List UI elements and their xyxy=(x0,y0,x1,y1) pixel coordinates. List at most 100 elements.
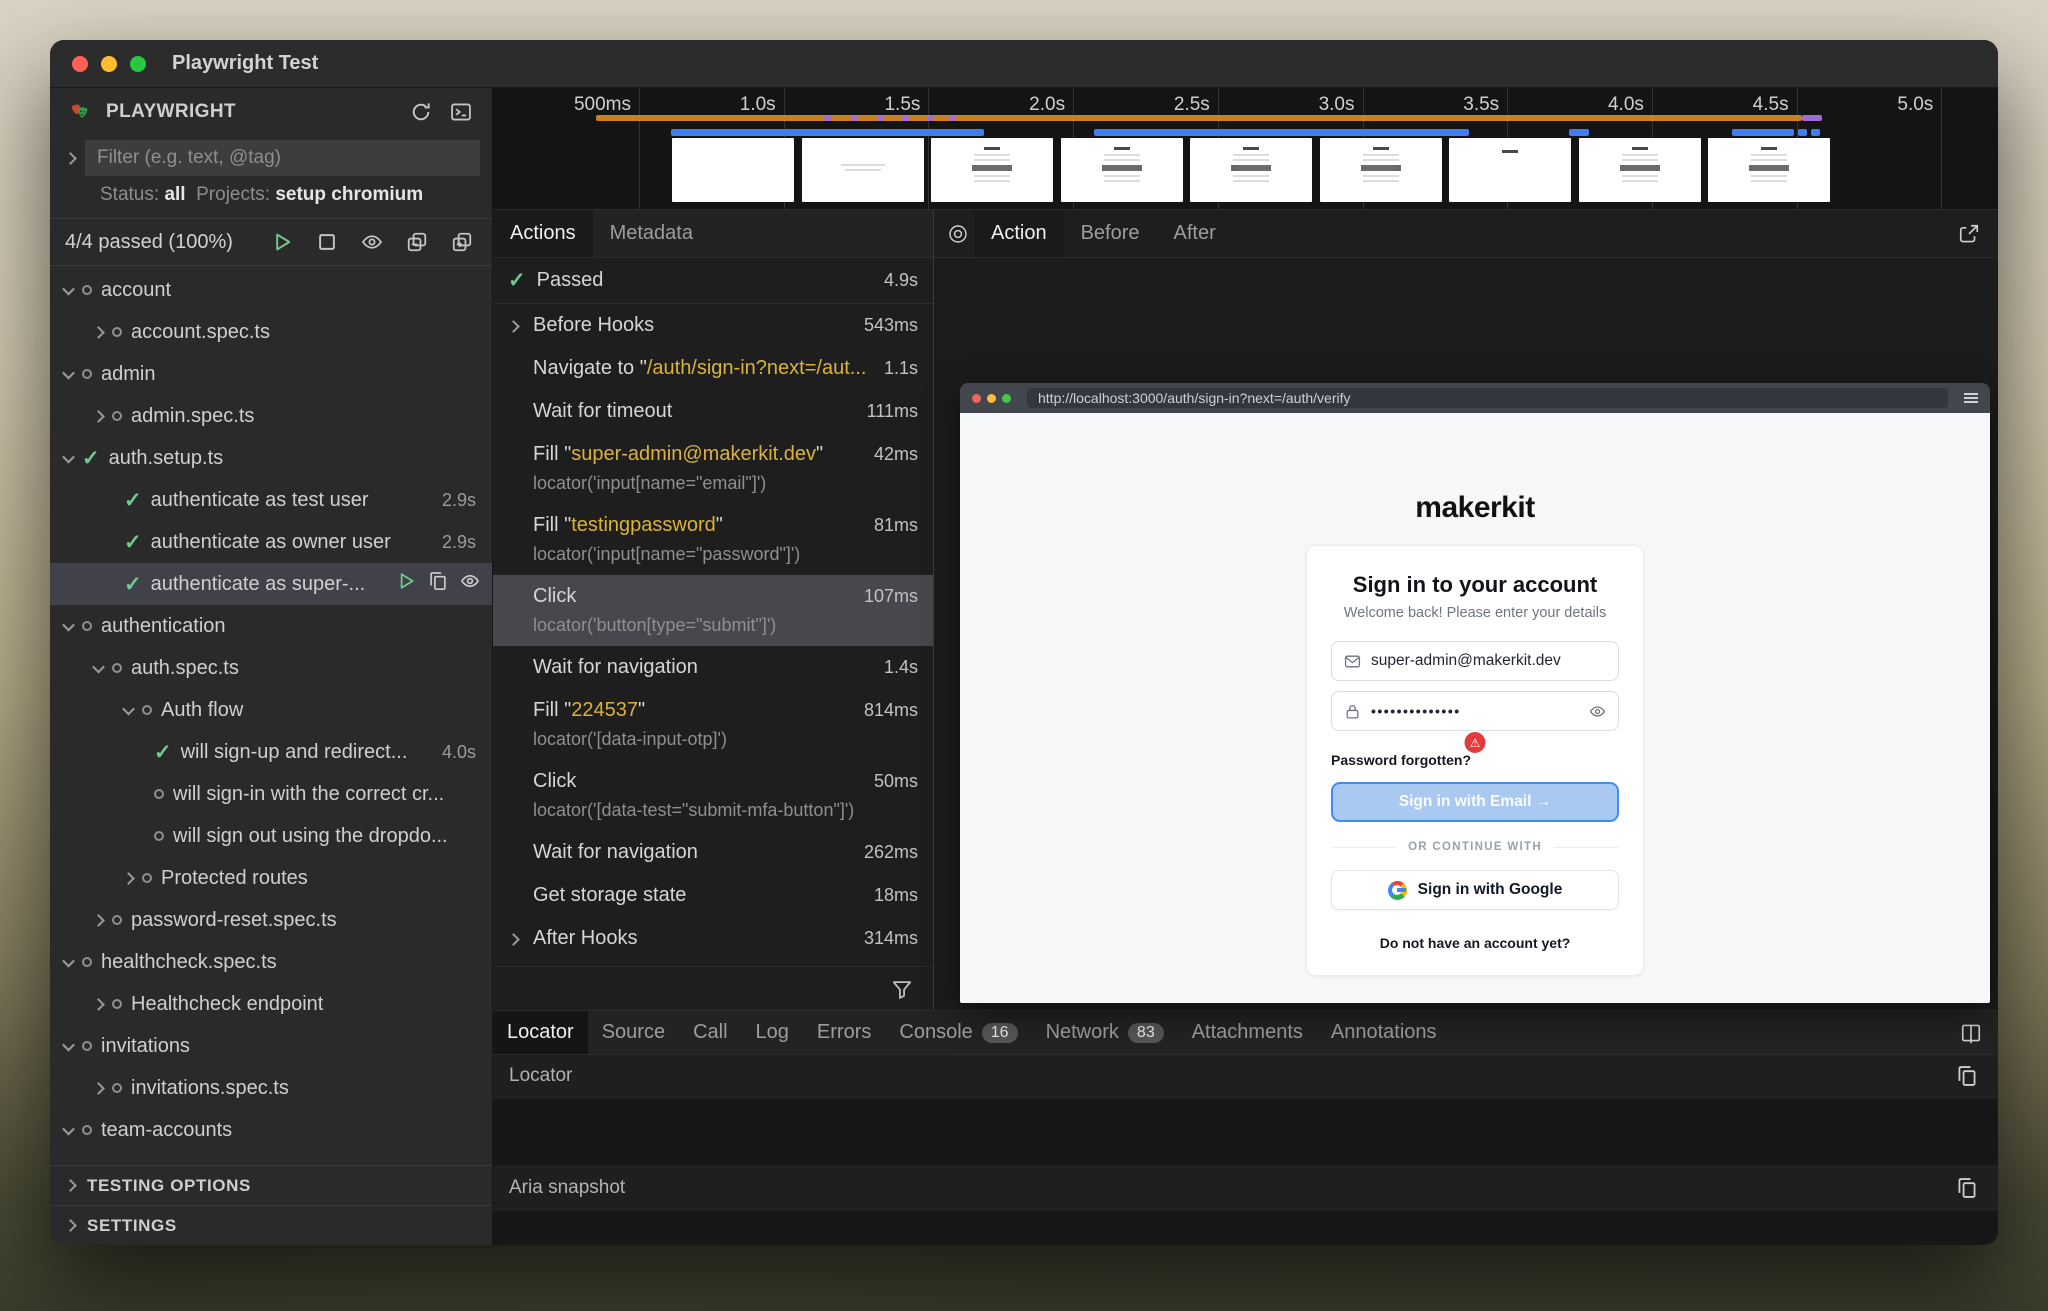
tab-errors[interactable]: Errors xyxy=(803,1011,885,1054)
chevron-right-icon[interactable] xyxy=(92,326,105,339)
tab-call[interactable]: Call xyxy=(679,1011,741,1054)
collapse-all-button[interactable] xyxy=(402,227,432,257)
show-password-icon[interactable] xyxy=(1589,703,1606,720)
section-testing-options[interactable]: TESTING OPTIONS xyxy=(50,1165,492,1205)
reload-tests-button[interactable] xyxy=(406,97,436,127)
tab-action[interactable]: Action xyxy=(974,210,1064,257)
action-row-fill-testingpassword[interactable]: Fill "testingpassword"81mslocator('input… xyxy=(493,504,933,575)
chevron-down-icon[interactable] xyxy=(122,702,135,715)
tree-item-admin-spec-ts[interactable]: admin.spec.ts xyxy=(50,395,492,437)
action-row-wait-for-navigation[interactable]: Wait for navigation1.4s xyxy=(493,646,933,689)
chevron-down-icon[interactable] xyxy=(62,1038,75,1051)
section-settings[interactable]: SETTINGS xyxy=(50,1205,492,1245)
tab-metadata[interactable]: Metadata xyxy=(593,210,710,257)
timeline-screenshot-4[interactable] xyxy=(1061,138,1183,202)
action-row-click[interactable]: Click50mslocator('[data-test="submit-mfa… xyxy=(493,760,933,831)
split-view-icon[interactable] xyxy=(1944,1011,1998,1054)
password-field[interactable]: •••••••••••••• ⚠ xyxy=(1331,691,1619,731)
action-row-wait-for-timeout[interactable]: Wait for timeout111ms xyxy=(493,390,933,433)
tree-item-invitations[interactable]: invitations xyxy=(50,1025,492,1067)
expand-all-button[interactable] xyxy=(447,227,477,257)
action-row-click[interactable]: Click107mslocator('button[type="submit"]… xyxy=(493,575,933,646)
timeline-screenshot-9[interactable] xyxy=(1708,138,1830,202)
watch-all-button[interactable] xyxy=(357,227,387,257)
chevron-down-icon[interactable] xyxy=(62,282,75,295)
tree-item-will-sign-up-and-redirect[interactable]: ✓will sign-up and redirect...4.0s xyxy=(50,731,492,773)
sign-in-google-button[interactable]: Sign in with Google xyxy=(1331,870,1619,910)
chevron-down-icon[interactable] xyxy=(62,450,75,463)
tree-item-authentication[interactable]: authentication xyxy=(50,605,492,647)
filter-actions-icon[interactable] xyxy=(887,974,917,1004)
action-row-after-hooks[interactable]: After Hooks314ms xyxy=(493,917,933,960)
chevron-right-icon[interactable] xyxy=(507,320,520,333)
tree-item-healthcheck-endpoint[interactable]: Healthcheck endpoint xyxy=(50,983,492,1025)
watch-test-icon[interactable] xyxy=(460,571,480,597)
chevron-down-icon[interactable] xyxy=(62,366,75,379)
open-external-icon[interactable] xyxy=(1940,210,1998,257)
trace-timeline[interactable]: 500ms1.0s1.5s2.0s2.5s3.0s3.5s4.0s4.5s5.0… xyxy=(493,88,1998,210)
tab-console[interactable]: Console16 xyxy=(885,1011,1031,1054)
tab-annotations[interactable]: Annotations xyxy=(1317,1011,1451,1054)
copy-aria-icon[interactable] xyxy=(1952,1173,1982,1203)
tree-item-protected-routes[interactable]: Protected routes xyxy=(50,857,492,899)
tree-item-auth-spec-ts[interactable]: auth.spec.ts xyxy=(50,647,492,689)
minimize-window-button[interactable] xyxy=(101,56,117,72)
tree-item-auth-setup-ts[interactable]: ✓auth.setup.ts xyxy=(50,437,492,479)
tree-item-auth-flow[interactable]: Auth flow xyxy=(50,689,492,731)
locator-editor[interactable] xyxy=(493,1097,1998,1167)
pick-locator-icon[interactable] xyxy=(934,210,974,257)
tree-item-account-spec-ts[interactable]: account.spec.ts xyxy=(50,311,492,353)
action-row-fill-224537[interactable]: Fill "224537"814mslocator('[data-input-o… xyxy=(493,689,933,760)
action-row-before-hooks[interactable]: Before Hooks543ms xyxy=(493,304,933,347)
chevron-right-icon[interactable] xyxy=(64,152,77,165)
tab-actions[interactable]: Actions xyxy=(493,210,593,257)
chevron-down-icon[interactable] xyxy=(62,618,75,631)
sign-in-email-button[interactable]: Sign in with Email → xyxy=(1331,782,1619,822)
chevron-down-icon[interactable] xyxy=(62,954,75,967)
filter-status-line[interactable]: Status: all Projects: setup chromium xyxy=(50,182,492,218)
chevron-right-icon[interactable] xyxy=(92,1082,105,1095)
chevron-right-icon[interactable] xyxy=(92,410,105,423)
run-all-button[interactable] xyxy=(267,227,297,257)
timeline-screenshot-8[interactable] xyxy=(1579,138,1701,202)
tree-item-authenticate-as-test-user[interactable]: ✓authenticate as test user2.9s xyxy=(50,479,492,521)
tree-item-will-sign-out-using-the-dropdo[interactable]: will sign out using the dropdo... xyxy=(50,815,492,857)
action-row-get-storage-state[interactable]: Get storage state18ms xyxy=(493,874,933,917)
timeline-screenshot-2[interactable] xyxy=(802,138,924,202)
tree-item-password-reset-spec-ts[interactable]: password-reset.spec.ts xyxy=(50,899,492,941)
chevron-right-icon[interactable] xyxy=(92,914,105,927)
chevron-right-icon[interactable] xyxy=(92,998,105,1011)
tab-network[interactable]: Network83 xyxy=(1032,1011,1178,1054)
chevron-down-icon[interactable] xyxy=(62,1122,75,1135)
tab-source[interactable]: Source xyxy=(588,1011,679,1054)
stop-button[interactable] xyxy=(312,227,342,257)
timeline-screenshot-6[interactable] xyxy=(1320,138,1442,202)
tree-item-account[interactable]: account xyxy=(50,269,492,311)
chevron-down-icon[interactable] xyxy=(92,660,105,673)
close-window-button[interactable] xyxy=(72,56,88,72)
tab-locator[interactable]: Locator xyxy=(493,1011,588,1054)
timeline-screenshot-7[interactable] xyxy=(1449,138,1571,202)
tree-item-healthcheck-spec-ts[interactable]: healthcheck.spec.ts xyxy=(50,941,492,983)
tree-item-admin[interactable]: admin xyxy=(50,353,492,395)
zoom-window-button[interactable] xyxy=(130,56,146,72)
action-row-fill-super-admin-makerkit-dev[interactable]: Fill "super-admin@makerkit.dev"42mslocat… xyxy=(493,433,933,504)
filter-input[interactable] xyxy=(85,140,480,176)
tree-item-authenticate-as-super[interactable]: ✓authenticate as super-... xyxy=(50,563,492,605)
tab-after[interactable]: After xyxy=(1157,210,1233,257)
tab-attachments[interactable]: Attachments xyxy=(1178,1011,1317,1054)
copy-locator-icon[interactable] xyxy=(1952,1061,1982,1091)
action-row-wait-for-navigation[interactable]: Wait for navigation262ms xyxy=(493,831,933,874)
aria-snapshot-editor[interactable] xyxy=(493,1209,1998,1245)
signup-link[interactable]: Do not have an account yet? xyxy=(1331,935,1619,951)
run-test-icon[interactable] xyxy=(396,571,416,597)
copy-test-icon[interactable] xyxy=(428,571,448,597)
page-snapshot[interactable]: http://localhost:3000/auth/sign-in?next=… xyxy=(960,383,1990,1003)
tree-item-invitations-spec-ts[interactable]: invitations.spec.ts xyxy=(50,1067,492,1109)
timeline-screenshot-3[interactable] xyxy=(931,138,1053,202)
chevron-right-icon[interactable] xyxy=(507,933,520,946)
tree-item-team-accounts[interactable]: team-accounts xyxy=(50,1109,492,1151)
action-row-navigate-to-auth-sign-in-next-aut[interactable]: Navigate to "/auth/sign-in?next=/aut...1… xyxy=(493,347,933,390)
timeline-screenshot-1[interactable] xyxy=(672,138,794,202)
chevron-right-icon[interactable] xyxy=(122,872,135,885)
